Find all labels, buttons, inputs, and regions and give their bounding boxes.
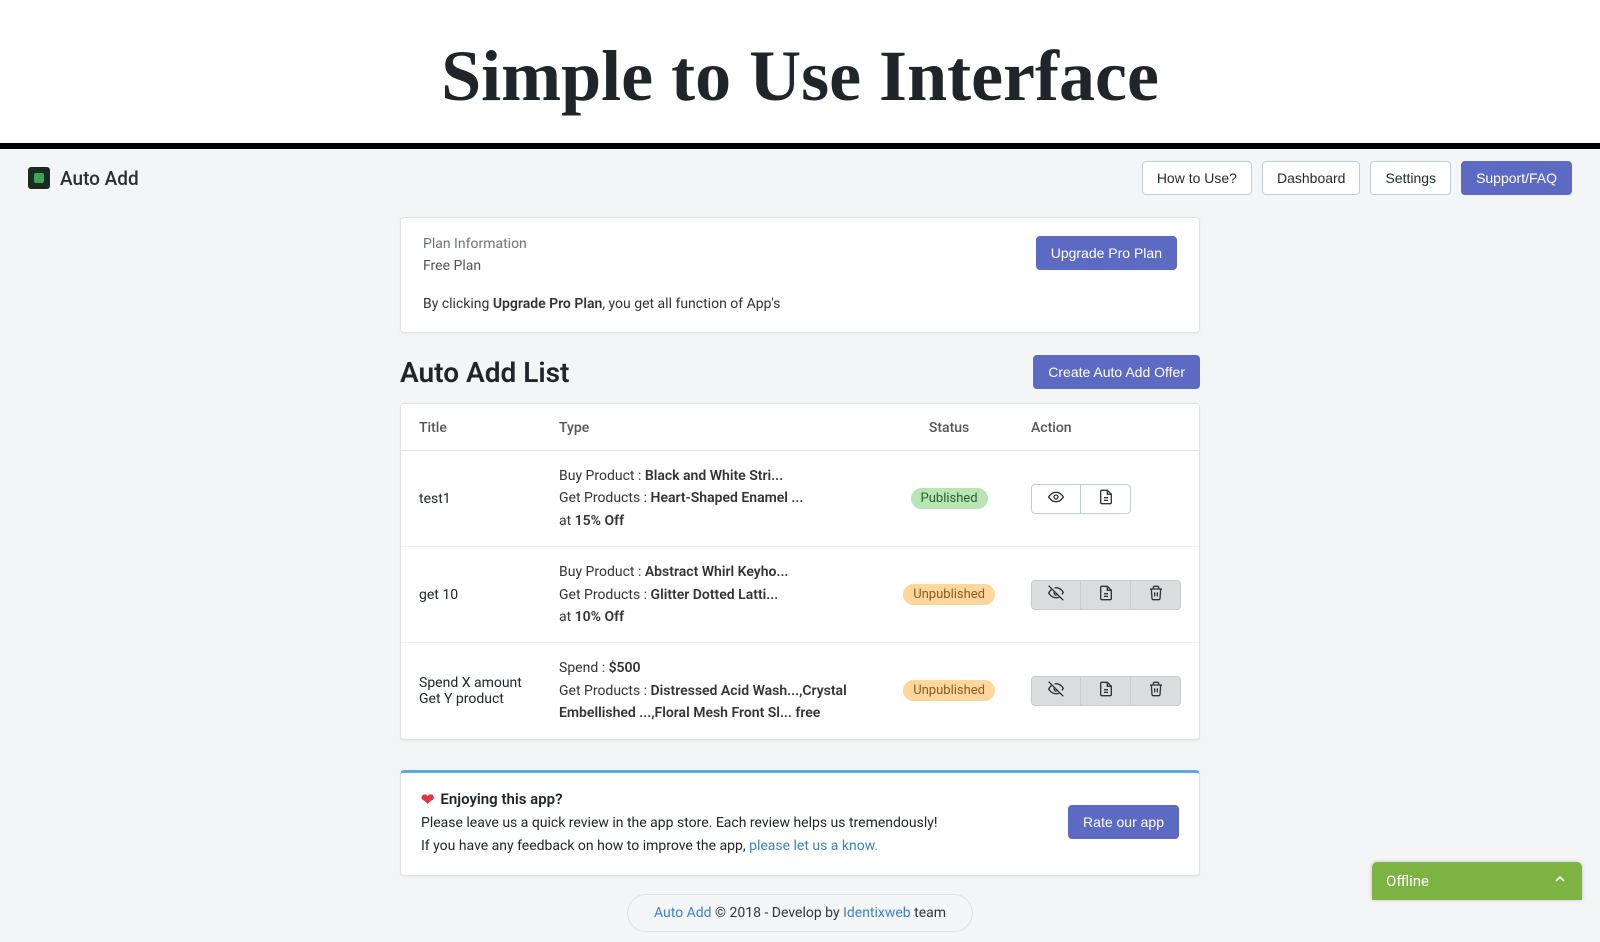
footer-tail: team [911, 905, 946, 921]
offer-title: Spend X amount Get Y product [401, 643, 541, 739]
topbar: Auto Add How to Use? Dashboard Settings … [10, 149, 1590, 207]
trash-icon [1148, 681, 1164, 700]
offers-table-card: Title Type Status Action test1Buy Produc… [400, 403, 1200, 740]
edit-button[interactable] [1081, 484, 1131, 514]
col-header-title: Title [401, 404, 541, 451]
edit-button[interactable] [1081, 580, 1131, 610]
table-row: Spend X amount Get Y productSpend : $500… [401, 643, 1199, 739]
list-header: Auto Add List Create Auto Add Offer [400, 355, 1200, 389]
status-badge: Published [911, 488, 988, 509]
offer-title: get 10 [401, 547, 541, 643]
rate-app-button[interactable]: Rate our app [1068, 805, 1179, 839]
app-logo [28, 167, 50, 189]
create-offer-button[interactable]: Create Auto Add Offer [1033, 355, 1200, 389]
plan-name: Free Plan [423, 258, 527, 274]
table-row: test1Buy Product : Black and White Stri.… [401, 451, 1199, 547]
upgrade-plan-button[interactable]: Upgrade Pro Plan [1036, 236, 1177, 270]
heart-icon: ❤ [421, 787, 434, 813]
document-icon [1098, 585, 1114, 604]
marketing-headline: Simple to Use Interface [0, 0, 1600, 143]
col-header-status: Status [885, 404, 1013, 451]
settings-button[interactable]: Settings [1370, 161, 1451, 195]
offer-actions [1013, 643, 1199, 739]
col-header-action: Action [1013, 404, 1199, 451]
eye-icon [1048, 489, 1064, 508]
eye-off-icon [1048, 585, 1064, 604]
dashboard-button[interactable]: Dashboard [1262, 161, 1361, 195]
footer-dev-link[interactable]: Identixweb [843, 905, 911, 921]
col-header-type: Type [541, 404, 885, 451]
offer-actions [1013, 451, 1199, 547]
enjoy-card: ❤ Enjoying this app? Please leave us a q… [400, 770, 1200, 876]
enjoy-line1: Please leave us a quick review in the ap… [421, 812, 937, 834]
status-badge: Unpublished [903, 584, 995, 605]
preview-button[interactable] [1031, 484, 1081, 514]
unpublish-toggle-button[interactable] [1031, 676, 1081, 706]
delete-button[interactable] [1131, 676, 1181, 706]
enjoy-title: ❤ Enjoying this app? [421, 787, 563, 813]
footer: Auto Add © 2018 - Develop by Identixweb … [400, 894, 1200, 942]
table-row: get 10Buy Product : Abstract Whirl Keyho… [401, 547, 1199, 643]
trash-icon [1148, 585, 1164, 604]
offer-status: Unpublished [885, 643, 1013, 739]
offers-table: Title Type Status Action test1Buy Produc… [401, 404, 1199, 739]
chat-widget[interactable]: Offline [1372, 862, 1582, 900]
app-body: Auto Add How to Use? Dashboard Settings … [0, 149, 1600, 942]
footer-mid: © 2018 - Develop by [712, 905, 843, 921]
topnav: How to Use? Dashboard Settings Support/F… [1142, 161, 1572, 195]
how-to-use-button[interactable]: How to Use? [1142, 161, 1252, 195]
plan-card: Plan Information Free Plan Upgrade Pro P… [400, 217, 1200, 333]
offer-type: Buy Product : Black and White Stri...Get… [541, 451, 885, 547]
offer-status: Published [885, 451, 1013, 547]
unpublish-toggle-button[interactable] [1031, 580, 1081, 610]
eye-off-icon [1048, 681, 1064, 700]
edit-button[interactable] [1081, 676, 1131, 706]
chat-status: Offline [1386, 872, 1429, 890]
support-faq-button[interactable]: Support/FAQ [1461, 161, 1572, 195]
offer-title: test1 [401, 451, 541, 547]
feedback-link[interactable]: please let us a know. [749, 838, 878, 854]
list-title: Auto Add List [400, 356, 569, 389]
document-icon [1098, 489, 1114, 508]
app-name: Auto Add [60, 167, 139, 190]
document-icon [1098, 681, 1114, 700]
chevron-up-icon [1552, 871, 1568, 891]
offer-status: Unpublished [885, 547, 1013, 643]
offer-actions [1013, 547, 1199, 643]
status-badge: Unpublished [903, 680, 995, 701]
plan-note: By clicking Upgrade Pro Plan, you get al… [423, 296, 1177, 312]
delete-button[interactable] [1131, 580, 1181, 610]
plan-info-label: Plan Information [423, 236, 527, 252]
offer-type: Buy Product : Abstract Whirl Keyho...Get… [541, 547, 885, 643]
footer-app-link[interactable]: Auto Add [654, 905, 712, 921]
enjoy-line2-pre: If you have any feedback on how to impro… [421, 838, 749, 854]
offer-type: Spend : $500Get Products : Distressed Ac… [541, 643, 885, 739]
